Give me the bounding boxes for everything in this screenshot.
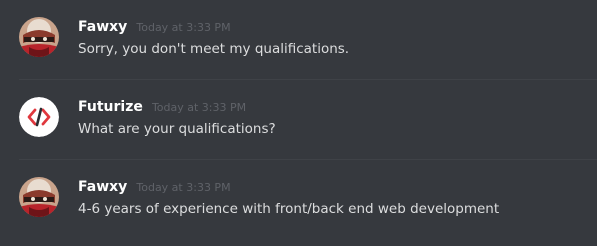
fawxy-avatar-icon — [19, 177, 59, 217]
message-header: Futurize Today at 3:33 PM — [78, 96, 246, 118]
message-content: Sorry, you don't meet my qualifications. — [78, 41, 350, 57]
message-content: 4-6 years of experience with front/back … — [78, 201, 500, 217]
fawxy-avatar-icon — [19, 17, 59, 57]
message-item: Fawxy Today at 3:33 PM 4-6 years of expe… — [0, 160, 597, 240]
username[interactable]: Fawxy — [78, 179, 127, 195]
username[interactable]: Fawxy — [78, 19, 127, 35]
message-item: Fawxy Today at 3:33 PM Sorry, you don't … — [0, 0, 597, 80]
message-content: What are your qualifications? — [78, 121, 276, 137]
message-item: Futurize Today at 3:33 PM What are your … — [0, 80, 597, 160]
timestamp: Today at 3:33 PM — [151, 101, 247, 114]
avatar[interactable] — [19, 97, 59, 137]
message-header: Fawxy Today at 3:33 PM — [78, 176, 231, 198]
timestamp: Today at 3:33 PM — [136, 21, 231, 34]
code-brackets-icon — [19, 97, 59, 137]
username[interactable]: Futurize — [78, 99, 143, 115]
avatar[interactable] — [19, 177, 59, 217]
chat-message-list: Fawxy Today at 3:33 PM Sorry, you don't … — [0, 0, 597, 246]
avatar[interactable] — [19, 17, 59, 57]
timestamp: Today at 3:33 PM — [136, 181, 231, 194]
message-header: Fawxy Today at 3:33 PM — [78, 16, 231, 38]
